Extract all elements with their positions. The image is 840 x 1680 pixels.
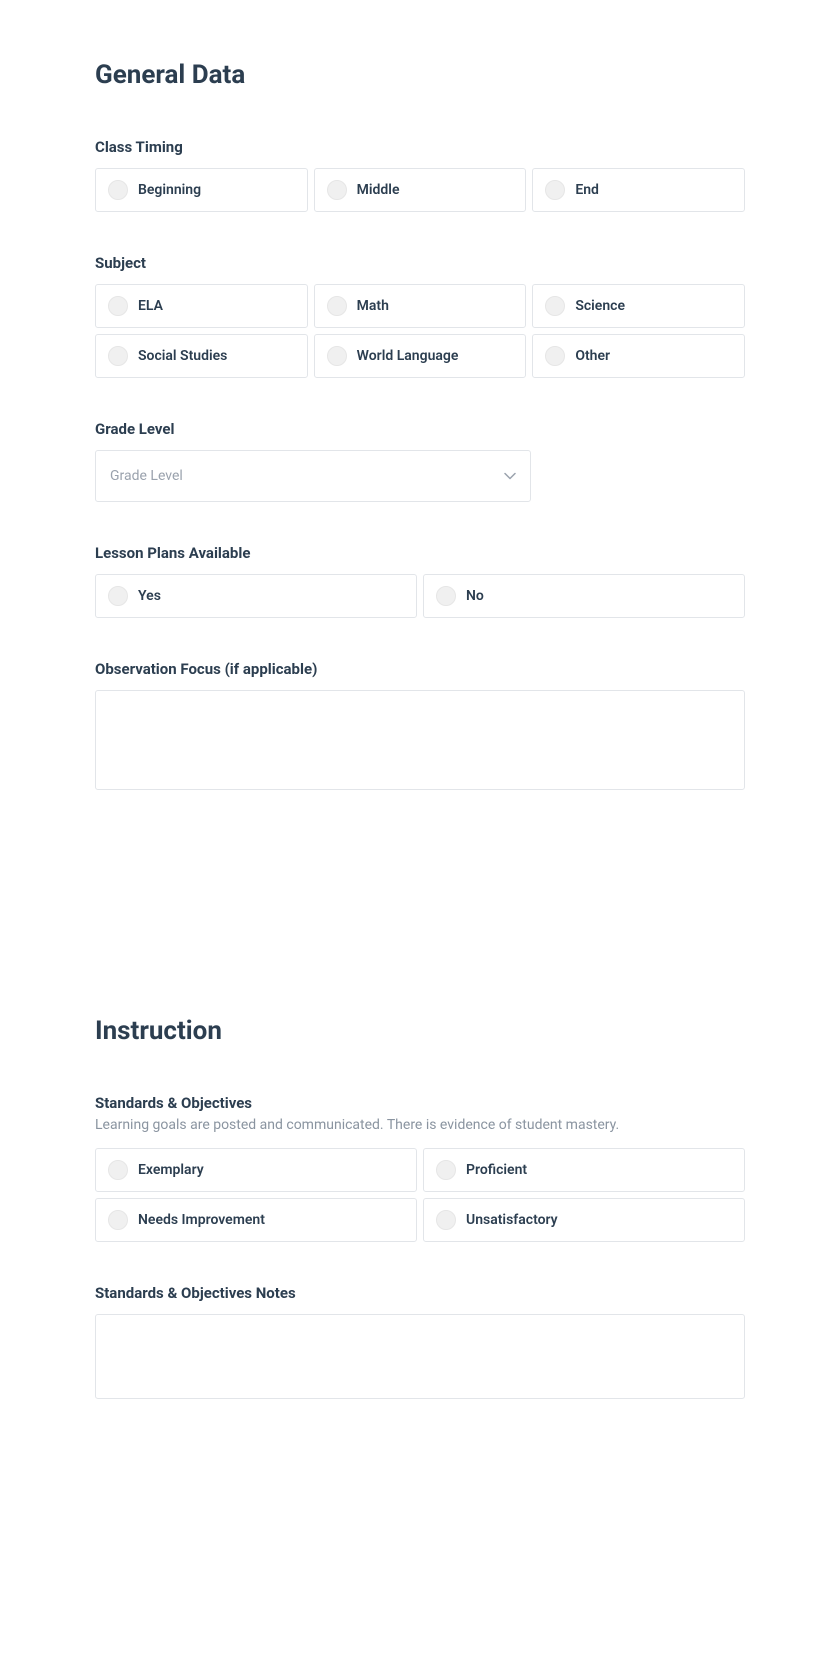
field-grade-level: Grade Level Grade Level (95, 420, 745, 502)
radio-icon (436, 586, 456, 606)
radio-icon (545, 346, 565, 366)
option-subject-math[interactable]: Math (314, 284, 527, 328)
option-subject-social-studies[interactable]: Social Studies (95, 334, 308, 378)
radio-icon (108, 586, 128, 606)
option-standards-exemplary[interactable]: Exemplary (95, 1148, 417, 1192)
option-class-timing-middle[interactable]: Middle (314, 168, 527, 212)
option-label: End (575, 182, 599, 198)
label-standards-notes: Standards & Objectives Notes (95, 1284, 745, 1302)
option-standards-proficient[interactable]: Proficient (423, 1148, 745, 1192)
description-standards-objectives: Learning goals are posted and communicat… (95, 1116, 745, 1136)
chevron-down-icon (504, 470, 516, 482)
radio-icon (545, 180, 565, 200)
option-label: Needs Improvement (138, 1212, 265, 1228)
label-observation-focus: Observation Focus (if applicable) (95, 660, 745, 678)
option-lesson-plans-yes[interactable]: Yes (95, 574, 417, 618)
radio-icon (436, 1160, 456, 1180)
option-subject-science[interactable]: Science (532, 284, 745, 328)
option-label: Other (575, 348, 610, 364)
field-class-timing: Class Timing Beginning Middle End (95, 138, 745, 212)
field-observation-focus: Observation Focus (if applicable) (95, 660, 745, 794)
label-class-timing: Class Timing (95, 138, 745, 156)
radio-icon (108, 1210, 128, 1230)
option-subject-other[interactable]: Other (532, 334, 745, 378)
option-label: Unsatisfactory (466, 1212, 558, 1228)
option-label: No (466, 588, 484, 604)
section-title-general: General Data (95, 60, 745, 90)
radio-icon (436, 1210, 456, 1230)
option-class-timing-beginning[interactable]: Beginning (95, 168, 308, 212)
label-grade-level: Grade Level (95, 420, 745, 438)
option-lesson-plans-no[interactable]: No (423, 574, 745, 618)
field-standards-objectives: Standards & Objectives Learning goals ar… (95, 1094, 745, 1242)
option-subject-ela[interactable]: ELA (95, 284, 308, 328)
radio-icon (108, 1160, 128, 1180)
field-standards-notes: Standards & Objectives Notes (95, 1284, 745, 1403)
field-subject: Subject ELA Math Science Social Studies … (95, 254, 745, 378)
section-title-instruction: Instruction (95, 1016, 745, 1046)
field-lesson-plans: Lesson Plans Available Yes No (95, 544, 745, 618)
select-grade-level[interactable]: Grade Level (95, 450, 531, 502)
textarea-standards-notes[interactable] (95, 1314, 745, 1399)
label-subject: Subject (95, 254, 745, 272)
radio-icon (327, 180, 347, 200)
select-placeholder: Grade Level (110, 468, 183, 484)
radio-icon (327, 296, 347, 316)
radio-icon (327, 346, 347, 366)
option-label: Beginning (138, 182, 201, 198)
option-label: Yes (138, 588, 161, 604)
option-standards-needs-improvement[interactable]: Needs Improvement (95, 1198, 417, 1242)
option-label: Exemplary (138, 1162, 204, 1178)
textarea-observation-focus[interactable] (95, 690, 745, 790)
option-subject-world-language[interactable]: World Language (314, 334, 527, 378)
option-label: Social Studies (138, 348, 227, 364)
option-label: ELA (138, 298, 163, 314)
radio-icon (108, 296, 128, 316)
radio-icon (108, 346, 128, 366)
label-lesson-plans: Lesson Plans Available (95, 544, 745, 562)
option-class-timing-end[interactable]: End (532, 168, 745, 212)
option-label: Proficient (466, 1162, 527, 1178)
radio-icon (545, 296, 565, 316)
option-standards-unsatisfactory[interactable]: Unsatisfactory (423, 1198, 745, 1242)
option-label: World Language (357, 348, 459, 364)
option-label: Math (357, 298, 389, 314)
radio-icon (108, 180, 128, 200)
label-standards-objectives: Standards & Objectives (95, 1094, 745, 1112)
option-label: Science (575, 298, 625, 314)
option-label: Middle (357, 182, 400, 198)
